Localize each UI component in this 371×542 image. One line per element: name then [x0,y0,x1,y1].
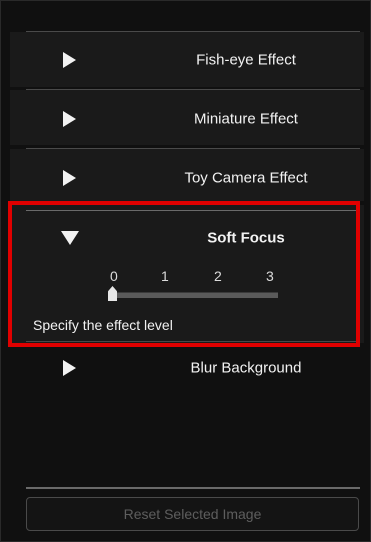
blur-background-effect-label: Blur Background [190,359,302,377]
separator [26,487,360,489]
collapse-arrow-icon [61,231,79,245]
reset-selected-image-button[interactable]: Reset Selected Image [26,497,359,531]
toy-camera-effect-row[interactable]: Toy Camera Effect [23,149,359,207]
expand-arrow-icon [63,170,76,186]
effect-level-slider-track[interactable] [112,292,278,298]
soft-focus-effect-row[interactable]: Soft Focus [23,210,359,266]
expand-arrow-icon [63,111,76,127]
blur-background-effect-row[interactable]: Blur Background [23,339,359,397]
fish-eye-effect-label: Fish-eye Effect [196,51,296,69]
effect-level-hint: Specify the effect level [33,317,173,333]
fish-eye-effect-row[interactable]: Fish-eye Effect [23,31,359,89]
expand-arrow-icon [63,52,76,68]
level-tick-0: 0 [110,268,118,284]
toy-camera-effect-label: Toy Camera Effect [184,169,308,187]
miniature-effect-label: Miniature Effect [194,110,298,128]
level-tick-3: 3 [266,268,274,284]
effects-panel: Fish-eye Effect Miniature Effect Toy Cam… [0,0,371,542]
miniature-effect-row[interactable]: Miniature Effect [23,90,359,148]
level-tick-1: 1 [161,268,169,284]
expand-arrow-icon [63,360,76,376]
soft-focus-effect-label: Soft Focus [207,229,285,247]
level-tick-2: 2 [214,268,222,284]
